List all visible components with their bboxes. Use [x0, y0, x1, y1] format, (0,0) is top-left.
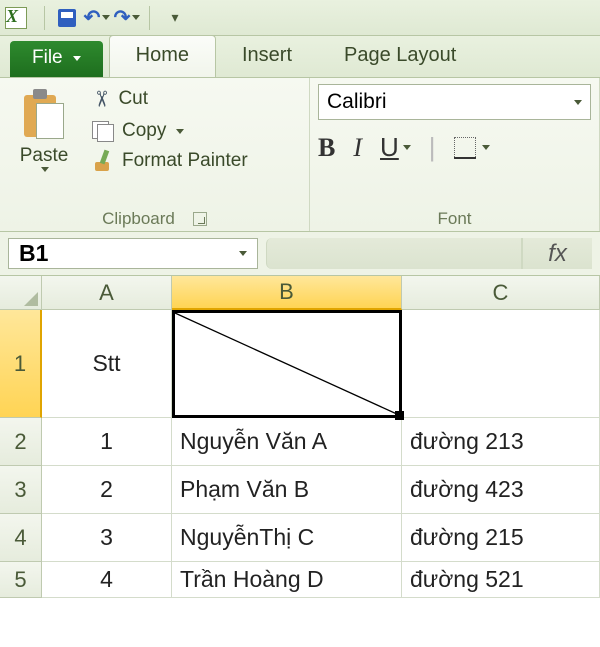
- cell-b4[interactable]: NguyễnThị C: [172, 514, 402, 562]
- chevron-down-icon: [403, 145, 411, 150]
- diagonal-border-icon: [175, 313, 399, 415]
- copy-icon: [92, 121, 114, 141]
- cell-a3[interactable]: 2: [42, 466, 172, 514]
- cell-a1[interactable]: Stt: [42, 310, 172, 418]
- formula-bar: B1 fx: [0, 232, 600, 276]
- excel-logo-icon: X: [4, 6, 28, 30]
- cell-b2[interactable]: Nguyễn Văn A: [172, 418, 402, 466]
- chevron-down-icon: [102, 15, 110, 20]
- italic-button[interactable]: I: [353, 133, 362, 163]
- clipboard-dialog-launcher[interactable]: [193, 212, 207, 226]
- bold-button[interactable]: B: [318, 133, 335, 163]
- font-name-value: Calibri: [327, 90, 387, 114]
- name-box-value: B1: [19, 240, 48, 267]
- quick-access-toolbar: X ↶ ↷ ▾: [0, 0, 600, 36]
- column-header-b[interactable]: B: [172, 276, 402, 310]
- cell-b3[interactable]: Phạm Văn B: [172, 466, 402, 514]
- border-icon: [454, 137, 476, 159]
- tab-home[interactable]: Home: [109, 35, 216, 77]
- cell-c2[interactable]: đường 213: [402, 418, 600, 466]
- chevron-down-icon: [239, 251, 247, 256]
- cell-c5[interactable]: đường 521: [402, 562, 600, 598]
- undo-button[interactable]: ↶: [83, 5, 111, 31]
- chevron-down-icon: [73, 56, 81, 61]
- cell-c4[interactable]: đường 215: [402, 514, 600, 562]
- tab-file-label: File: [32, 47, 63, 69]
- save-icon: [58, 9, 76, 27]
- copy-button[interactable]: Copy: [86, 118, 254, 144]
- separator: [149, 6, 150, 30]
- save-button[interactable]: [53, 5, 81, 31]
- cell-c3[interactable]: đường 423: [402, 466, 600, 514]
- scissors-icon: ✂: [88, 90, 114, 108]
- redo-button[interactable]: ↷: [113, 5, 141, 31]
- fx-label: fx: [548, 240, 567, 268]
- row-header-2[interactable]: 2: [0, 418, 42, 466]
- row-header-3[interactable]: 3: [0, 466, 42, 514]
- chevron-down-icon: [176, 129, 184, 134]
- separator: |: [429, 132, 436, 163]
- chevron-down-icon: [482, 145, 490, 150]
- redo-icon: ↷: [114, 8, 131, 28]
- brush-icon: [92, 150, 114, 172]
- cut-label: Cut: [118, 88, 148, 110]
- cell-c1[interactable]: [402, 310, 600, 418]
- cell-a2[interactable]: 1: [42, 418, 172, 466]
- ribbon-tabs: File Home Insert Page Layout: [0, 36, 600, 78]
- row-header-4[interactable]: 4: [0, 514, 42, 562]
- underline-label: U: [380, 132, 399, 163]
- paste-icon: [22, 89, 66, 141]
- tab-insert[interactable]: Insert: [216, 36, 318, 77]
- paste-label: Paste: [20, 145, 69, 167]
- select-all-corner[interactable]: [0, 276, 42, 310]
- chevron-down-icon: [132, 15, 140, 20]
- paste-button[interactable]: Paste: [8, 84, 80, 177]
- tab-file[interactable]: File: [10, 41, 103, 77]
- column-header-c[interactable]: C: [402, 276, 600, 310]
- group-font: Calibri B I U | Font: [310, 78, 600, 231]
- format-painter-button[interactable]: Format Painter: [86, 148, 254, 174]
- border-button[interactable]: [454, 137, 490, 159]
- worksheet-grid[interactable]: A B C 1 Stt 2 1 Nguyễn Văn A đường 213 3…: [0, 276, 600, 598]
- name-box[interactable]: B1: [8, 238, 258, 269]
- font-name-dropdown[interactable]: Calibri: [318, 84, 591, 120]
- separator: [44, 6, 45, 30]
- column-header-a[interactable]: A: [42, 276, 172, 310]
- ribbon: Paste ✂ Cut Copy Format Painter: [0, 78, 600, 232]
- chevron-down-icon: [41, 167, 49, 172]
- format-painter-label: Format Painter: [122, 150, 248, 172]
- cell-b1[interactable]: [172, 310, 402, 418]
- undo-icon: ↶: [84, 8, 101, 28]
- customize-icon: ▾: [171, 9, 178, 26]
- group-clipboard: Paste ✂ Cut Copy Format Painter: [0, 78, 310, 231]
- customize-qat-button[interactable]: ▾: [158, 5, 186, 31]
- copy-label: Copy: [122, 120, 166, 142]
- cell-a4[interactable]: 3: [42, 514, 172, 562]
- group-font-title: Font: [437, 209, 471, 229]
- chevron-down-icon: [574, 100, 582, 105]
- row-header-5[interactable]: 5: [0, 562, 42, 598]
- cell-b5[interactable]: Trần Hoàng D: [172, 562, 402, 598]
- underline-button[interactable]: U: [380, 132, 411, 163]
- cut-button[interactable]: ✂ Cut: [86, 84, 254, 114]
- formula-gap: [266, 238, 522, 269]
- group-clipboard-title: Clipboard: [102, 209, 175, 229]
- row-header-1[interactable]: 1: [0, 310, 42, 418]
- tab-page-layout[interactable]: Page Layout: [318, 36, 482, 77]
- fx-button[interactable]: fx: [522, 238, 592, 269]
- cell-a5[interactable]: 4: [42, 562, 172, 598]
